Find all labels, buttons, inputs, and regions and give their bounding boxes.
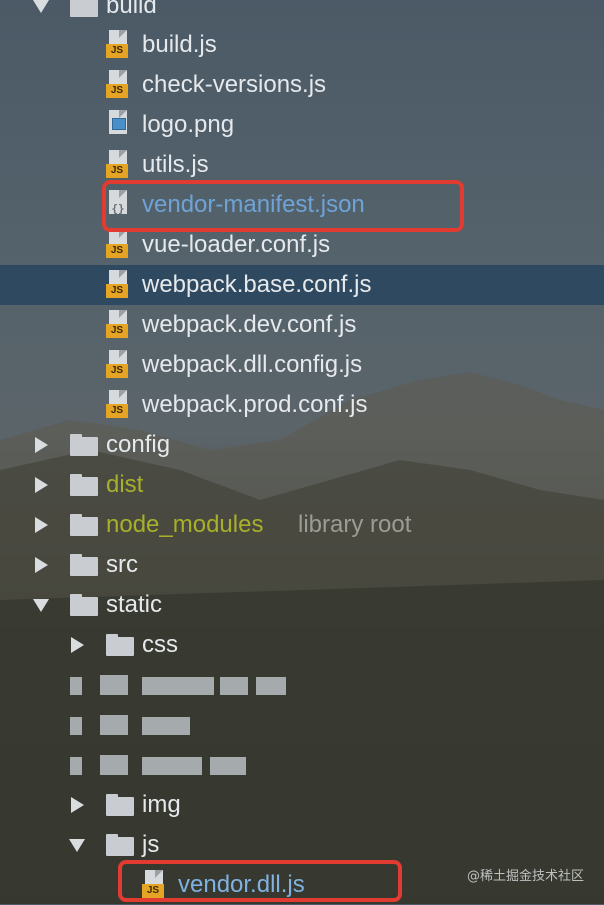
redacted-content xyxy=(70,675,290,697)
folder-icon xyxy=(106,794,134,816)
folder-label: src xyxy=(106,551,138,578)
tree-file-build-js[interactable]: JS build.js xyxy=(0,25,604,65)
project-tree: build JS build.js JS check-versions.js l… xyxy=(0,0,604,904)
file-label: webpack.base.conf.js xyxy=(142,271,372,298)
redacted-content xyxy=(70,715,200,737)
tree-folder-css[interactable]: css xyxy=(0,625,604,665)
file-label: webpack.dll.config.js xyxy=(142,351,363,378)
file-label: build.js xyxy=(142,31,217,58)
highlight-box-manifest xyxy=(102,180,464,232)
tree-folder-img[interactable]: img xyxy=(0,785,604,825)
collapsed-arrow-icon[interactable] xyxy=(35,437,48,453)
folder-icon xyxy=(70,474,98,496)
tree-file-webpack-dev-conf-js[interactable]: JS webpack.dev.conf.js xyxy=(0,305,604,345)
tree-file-webpack-base-conf-js[interactable]: JS webpack.base.conf.js xyxy=(0,265,604,305)
expanded-arrow-icon[interactable] xyxy=(33,0,49,13)
tree-folder-node-modules[interactable]: node_modules library root xyxy=(0,505,604,545)
folder-label: node_modules xyxy=(106,511,264,538)
tree-folder-static[interactable]: static xyxy=(0,585,604,625)
js-file-icon: JS xyxy=(106,390,132,420)
folder-label: css xyxy=(142,631,178,658)
tree-file-logo-png[interactable]: logo.png xyxy=(0,105,604,145)
folder-label: config xyxy=(106,431,171,458)
file-label: check-versions.js xyxy=(142,71,327,98)
file-label: webpack.dev.conf.js xyxy=(142,311,357,338)
tree-folder-js[interactable]: js xyxy=(0,825,604,865)
collapsed-arrow-icon[interactable] xyxy=(35,477,48,493)
js-file-icon: JS xyxy=(106,270,132,300)
folder-icon xyxy=(70,514,98,536)
file-label: utils.js xyxy=(142,151,209,178)
expanded-arrow-icon[interactable] xyxy=(69,839,85,852)
js-file-icon: JS xyxy=(106,230,132,260)
redacted-content xyxy=(70,755,250,777)
collapsed-arrow-icon[interactable] xyxy=(35,517,48,533)
folder-icon xyxy=(70,594,98,616)
js-file-icon: JS xyxy=(106,350,132,380)
js-file-icon: JS xyxy=(106,310,132,340)
file-label: logo.png xyxy=(142,111,235,138)
folder-label: img xyxy=(142,791,181,818)
collapsed-arrow-icon[interactable] xyxy=(35,557,48,573)
tree-file-webpack-dll-config-js[interactable]: JS webpack.dll.config.js xyxy=(0,345,604,385)
tree-folder-redacted[interactable] xyxy=(0,705,604,745)
tree-folder-redacted[interactable] xyxy=(0,665,604,705)
tree-folder-config[interactable]: config xyxy=(0,425,604,465)
tree-folder-dist[interactable]: dist xyxy=(0,465,604,505)
highlight-box-vendor-dll xyxy=(118,860,402,902)
folder-label: js xyxy=(142,831,160,858)
collapsed-arrow-icon[interactable] xyxy=(71,797,84,813)
collapsed-arrow-icon[interactable] xyxy=(71,637,84,653)
tree-folder-build[interactable]: build xyxy=(0,0,604,26)
tree-file-webpack-prod-conf-js[interactable]: JS webpack.prod.conf.js xyxy=(0,385,604,425)
tree-file-utils-js[interactable]: JS utils.js xyxy=(0,145,604,185)
folder-icon xyxy=(106,634,134,656)
tree-file-check-versions-js[interactable]: JS check-versions.js xyxy=(0,65,604,105)
library-root-note: library root xyxy=(298,511,412,538)
folder-label: dist xyxy=(106,471,144,498)
image-file-icon xyxy=(106,110,132,140)
folder-label: build xyxy=(106,0,157,19)
expanded-arrow-icon[interactable] xyxy=(33,599,49,612)
folder-icon xyxy=(70,0,98,17)
tree-folder-src[interactable]: src xyxy=(0,545,604,585)
js-file-icon: JS xyxy=(106,30,132,60)
folder-label: static xyxy=(106,591,163,618)
folder-icon xyxy=(106,834,134,856)
js-file-icon: JS xyxy=(106,70,132,100)
folder-icon xyxy=(70,434,98,456)
js-file-icon: JS xyxy=(106,150,132,180)
folder-icon xyxy=(70,554,98,576)
watermark: @稀土掘金技术社区 xyxy=(466,869,584,884)
tree-folder-redacted[interactable] xyxy=(0,745,604,785)
file-label: webpack.prod.conf.js xyxy=(142,391,368,418)
